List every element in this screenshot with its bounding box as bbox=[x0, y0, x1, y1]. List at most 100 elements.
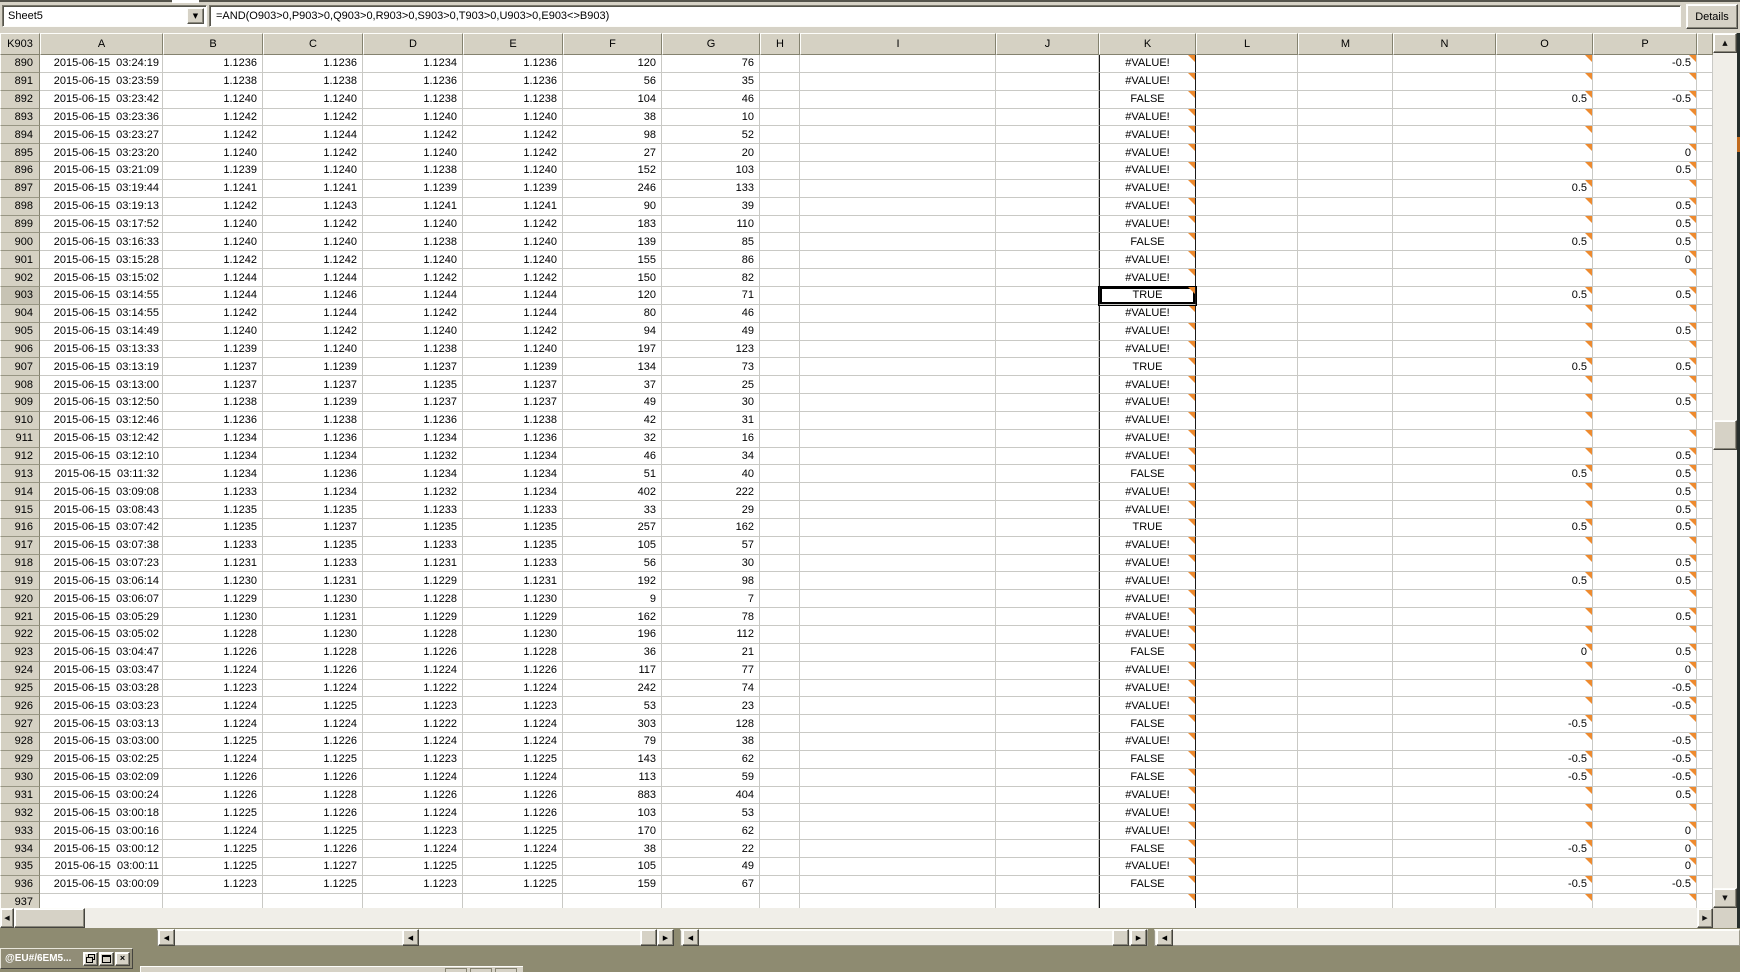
cell[interactable] bbox=[1697, 304, 1713, 323]
row-header[interactable]: 933 bbox=[0, 822, 40, 841]
cell[interactable]: 1.1234 bbox=[363, 55, 463, 73]
cell[interactable]: 120 bbox=[563, 286, 662, 305]
cell[interactable]: 2015-06-15 03:13:19 bbox=[40, 358, 163, 377]
cell[interactable]: 98 bbox=[662, 572, 760, 591]
cell[interactable] bbox=[1196, 251, 1298, 270]
cell[interactable]: -0.5 bbox=[1593, 55, 1697, 73]
cell[interactable] bbox=[1196, 822, 1298, 841]
cell[interactable] bbox=[1196, 322, 1298, 341]
cell[interactable] bbox=[1393, 679, 1496, 698]
cell[interactable] bbox=[1496, 893, 1593, 908]
cell[interactable]: 2015-06-15 03:08:43 bbox=[40, 501, 163, 519]
cell[interactable] bbox=[1298, 126, 1393, 145]
cell[interactable]: -0.5 bbox=[1496, 750, 1593, 769]
cell[interactable] bbox=[996, 376, 1099, 395]
cell[interactable] bbox=[1697, 661, 1713, 680]
cell[interactable]: 2015-06-15 03:23:59 bbox=[40, 72, 163, 91]
cell[interactable]: 1.1224 bbox=[363, 804, 463, 823]
cell[interactable]: 1.1236 bbox=[263, 429, 363, 448]
cell[interactable]: 2015-06-15 03:13:00 bbox=[40, 376, 163, 395]
cell[interactable] bbox=[1496, 697, 1593, 716]
cell[interactable]: #VALUE! bbox=[1099, 72, 1196, 91]
cell[interactable] bbox=[996, 233, 1099, 252]
cell[interactable] bbox=[760, 483, 800, 502]
cell[interactable] bbox=[760, 697, 800, 716]
cell[interactable]: 1.1224 bbox=[463, 768, 563, 787]
cell[interactable] bbox=[1593, 179, 1697, 198]
cell[interactable] bbox=[760, 340, 800, 359]
cell[interactable] bbox=[996, 822, 1099, 841]
cell[interactable] bbox=[1496, 429, 1593, 448]
cell[interactable] bbox=[1196, 501, 1298, 519]
cell[interactable]: 2015-06-15 03:23:20 bbox=[40, 144, 163, 163]
cell[interactable] bbox=[1393, 465, 1496, 484]
cell[interactable] bbox=[760, 108, 800, 127]
cell[interactable]: 1.1244 bbox=[263, 269, 363, 287]
cell[interactable] bbox=[760, 750, 800, 769]
cell[interactable] bbox=[1496, 340, 1593, 359]
cell[interactable] bbox=[1697, 679, 1713, 698]
cell[interactable] bbox=[1593, 108, 1697, 127]
cell[interactable]: 1.1240 bbox=[163, 233, 263, 252]
restore-icon[interactable] bbox=[83, 951, 98, 966]
cell[interactable]: 38 bbox=[563, 108, 662, 127]
cell[interactable]: 1.1234 bbox=[463, 483, 563, 502]
cell[interactable]: 196 bbox=[563, 626, 662, 644]
cell[interactable]: -0.5 bbox=[1593, 90, 1697, 109]
cell[interactable] bbox=[1196, 394, 1298, 412]
cell[interactable] bbox=[800, 269, 996, 287]
cell[interactable]: 40 bbox=[662, 465, 760, 484]
cell[interactable]: 1.1244 bbox=[463, 286, 563, 305]
cell[interactable]: 2015-06-15 03:24:19 bbox=[40, 55, 163, 73]
cell[interactable]: 162 bbox=[662, 518, 760, 537]
row-header[interactable]: 909 bbox=[0, 394, 40, 412]
cell[interactable]: 2015-06-15 03:03:00 bbox=[40, 733, 163, 751]
cell[interactable]: 1.1235 bbox=[363, 376, 463, 395]
cell[interactable]: #VALUE! bbox=[1099, 536, 1196, 555]
cell[interactable]: 1.1234 bbox=[463, 465, 563, 484]
cell[interactable] bbox=[996, 72, 1099, 91]
row-header[interactable]: 895 bbox=[0, 144, 40, 163]
cell[interactable]: 1.1238 bbox=[363, 233, 463, 252]
cell[interactable]: 9 bbox=[563, 590, 662, 609]
cell[interactable]: 159 bbox=[563, 875, 662, 894]
cell[interactable]: 1.1240 bbox=[163, 90, 263, 109]
cell[interactable]: FALSE bbox=[1099, 875, 1196, 894]
cell[interactable] bbox=[760, 715, 800, 734]
cell[interactable] bbox=[1697, 768, 1713, 787]
cell[interactable]: #VALUE! bbox=[1099, 376, 1196, 395]
cell[interactable]: 1.1224 bbox=[163, 750, 263, 769]
cell[interactable]: 0.5 bbox=[1496, 286, 1593, 305]
cell[interactable] bbox=[760, 893, 800, 908]
cell[interactable]: FALSE bbox=[1099, 750, 1196, 769]
cell[interactable]: 246 bbox=[563, 179, 662, 198]
cell[interactable] bbox=[996, 55, 1099, 73]
cell[interactable] bbox=[1298, 483, 1393, 502]
cell[interactable] bbox=[996, 269, 1099, 287]
cell[interactable] bbox=[1593, 429, 1697, 448]
cell[interactable]: 162 bbox=[563, 608, 662, 626]
cell[interactable] bbox=[1496, 162, 1593, 180]
row-header[interactable]: 902 bbox=[0, 269, 40, 287]
cell[interactable]: 1.1226 bbox=[263, 804, 363, 823]
cell[interactable]: 2015-06-15 03:00:09 bbox=[40, 875, 163, 894]
row-header[interactable]: 906 bbox=[0, 340, 40, 359]
cell[interactable]: 1.1228 bbox=[263, 786, 363, 805]
cell[interactable] bbox=[1393, 376, 1496, 395]
cell[interactable]: 1.1224 bbox=[463, 733, 563, 751]
cell[interactable] bbox=[800, 536, 996, 555]
cell[interactable] bbox=[1496, 536, 1593, 555]
scroll-up-icon[interactable]: ▲ bbox=[1713, 33, 1737, 53]
cell[interactable] bbox=[1393, 840, 1496, 858]
cell[interactable]: 1.1240 bbox=[363, 322, 463, 341]
cell[interactable]: 2015-06-15 03:23:27 bbox=[40, 126, 163, 145]
cell[interactable] bbox=[1196, 197, 1298, 216]
cell[interactable]: 1.1237 bbox=[263, 518, 363, 537]
cell[interactable]: 1.1240 bbox=[263, 233, 363, 252]
row-header[interactable]: 927 bbox=[0, 715, 40, 734]
cell[interactable] bbox=[800, 893, 996, 908]
cell[interactable] bbox=[1298, 804, 1393, 823]
cell[interactable]: 2015-06-15 03:15:02 bbox=[40, 269, 163, 287]
row-header[interactable]: 936 bbox=[0, 875, 40, 894]
cell[interactable] bbox=[800, 715, 996, 734]
